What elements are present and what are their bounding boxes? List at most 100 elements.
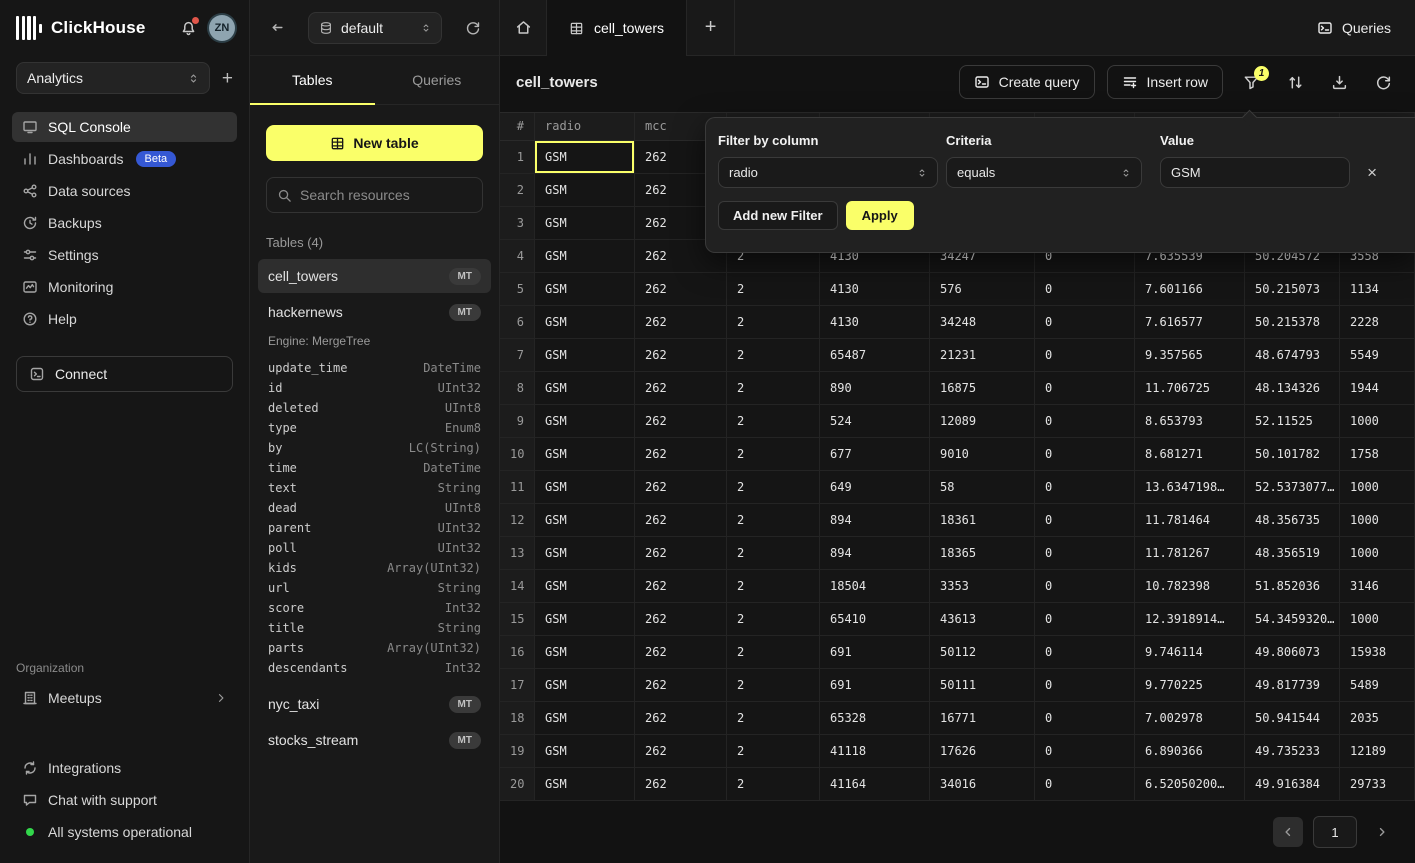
- table-cell[interactable]: 5549: [1340, 339, 1415, 371]
- table-cell[interactable]: GSM: [535, 471, 635, 503]
- refresh-database-button[interactable]: [465, 20, 481, 36]
- table-cell[interactable]: 262: [635, 735, 727, 767]
- table-cell[interactable]: 13.6347198…: [1135, 471, 1245, 503]
- table-cell[interactable]: 1000: [1340, 471, 1415, 503]
- table-cell[interactable]: GSM: [535, 405, 635, 437]
- table-cell[interactable]: 3353: [930, 570, 1035, 602]
- table-cell[interactable]: GSM: [535, 141, 635, 173]
- table-cell[interactable]: 51.852036: [1245, 570, 1340, 602]
- table-cell[interactable]: 2: [727, 339, 820, 371]
- table-cell[interactable]: 1000: [1340, 603, 1415, 635]
- sidebar-item-dashboards[interactable]: Dashboards Beta: [12, 144, 237, 174]
- filter-criteria-select[interactable]: equals: [946, 157, 1142, 188]
- table-cell[interactable]: 49.817739: [1245, 669, 1340, 701]
- table-cell[interactable]: 52.5373077…: [1245, 471, 1340, 503]
- table-cell[interactable]: 0: [1035, 273, 1135, 305]
- table-cell[interactable]: 16875: [930, 372, 1035, 404]
- notifications-button[interactable]: [180, 20, 197, 37]
- table-cell[interactable]: 49.735233: [1245, 735, 1340, 767]
- table-cell[interactable]: 58: [930, 471, 1035, 503]
- table-cell[interactable]: 12189: [1340, 735, 1415, 767]
- table-item-hackernews[interactable]: hackernews MT: [258, 295, 491, 329]
- new-tab-button[interactable]: +: [687, 0, 735, 55]
- table-cell[interactable]: 54.3459320…: [1245, 603, 1340, 635]
- table-cell[interactable]: 50.101782: [1245, 438, 1340, 470]
- table-cell[interactable]: 0: [1035, 438, 1135, 470]
- table-cell[interactable]: 262: [635, 405, 727, 437]
- next-page-button[interactable]: [1367, 817, 1397, 847]
- table-cell[interactable]: GSM: [535, 174, 635, 206]
- table-cell[interactable]: 2: [727, 636, 820, 668]
- table-cell[interactable]: 9010: [930, 438, 1035, 470]
- table-cell[interactable]: 262: [635, 438, 727, 470]
- table-cell[interactable]: 1944: [1340, 372, 1415, 404]
- table-cell[interactable]: 11.781464: [1135, 504, 1245, 536]
- table-cell[interactable]: GSM: [535, 636, 635, 668]
- table-cell[interactable]: 0: [1035, 570, 1135, 602]
- insert-row-button[interactable]: Insert row: [1107, 65, 1223, 99]
- table-cell[interactable]: 0: [1035, 669, 1135, 701]
- create-query-button[interactable]: Create query: [959, 65, 1095, 99]
- page-number-box[interactable]: 1: [1313, 816, 1357, 848]
- table-cell[interactable]: 262: [635, 570, 727, 602]
- table-cell[interactable]: 0: [1035, 405, 1135, 437]
- table-cell[interactable]: 49.916384: [1245, 768, 1340, 800]
- table-cell[interactable]: 262: [635, 537, 727, 569]
- table-cell[interactable]: 2: [727, 570, 820, 602]
- table-cell[interactable]: GSM: [535, 603, 635, 635]
- sidebar-item-settings[interactable]: Settings: [12, 240, 237, 270]
- table-cell[interactable]: GSM: [535, 306, 635, 338]
- table-cell[interactable]: 11.781267: [1135, 537, 1245, 569]
- table-cell[interactable]: 2: [727, 438, 820, 470]
- table-cell[interactable]: 11.706725: [1135, 372, 1245, 404]
- filter-column-select[interactable]: radio: [718, 157, 938, 188]
- table-cell[interactable]: 262: [635, 306, 727, 338]
- sidebar-item-chat-support[interactable]: Chat with support: [12, 785, 237, 815]
- table-cell[interactable]: 2: [727, 669, 820, 701]
- table-cell[interactable]: 50.941544: [1245, 702, 1340, 734]
- table-cell[interactable]: 262: [635, 471, 727, 503]
- table-cell[interactable]: 2: [727, 768, 820, 800]
- table-cell[interactable]: 2: [727, 471, 820, 503]
- table-cell[interactable]: 7.601166: [1135, 273, 1245, 305]
- table-cell[interactable]: 0: [1035, 735, 1135, 767]
- table-cell[interactable]: 691: [820, 669, 930, 701]
- table-cell[interactable]: 1000: [1340, 537, 1415, 569]
- table-cell[interactable]: 34016: [930, 768, 1035, 800]
- table-cell[interactable]: 0: [1035, 702, 1135, 734]
- table-cell[interactable]: 1134: [1340, 273, 1415, 305]
- table-cell[interactable]: 9.770225: [1135, 669, 1245, 701]
- table-cell[interactable]: 7.616577: [1135, 306, 1245, 338]
- table-cell[interactable]: 41118: [820, 735, 930, 767]
- table-cell[interactable]: 1758: [1340, 438, 1415, 470]
- table-cell[interactable]: 41164: [820, 768, 930, 800]
- sidebar-item-integrations[interactable]: Integrations: [12, 753, 237, 783]
- table-cell[interactable]: 50111: [930, 669, 1035, 701]
- search-resources-box[interactable]: [266, 177, 483, 213]
- table-item-nyc-taxi[interactable]: nyc_taxi MT: [258, 687, 491, 721]
- table-cell[interactable]: 2: [727, 405, 820, 437]
- table-cell[interactable]: 4130: [820, 306, 930, 338]
- tab-tables[interactable]: Tables: [250, 56, 375, 104]
- table-item-stocks-stream[interactable]: stocks_stream MT: [258, 723, 491, 757]
- table-cell[interactable]: 12.3918914…: [1135, 603, 1245, 635]
- system-status[interactable]: All systems operational: [12, 817, 237, 847]
- sidebar-item-data-sources[interactable]: Data sources: [12, 176, 237, 206]
- table-cell[interactable]: 29733: [1340, 768, 1415, 800]
- download-button[interactable]: [1323, 65, 1355, 99]
- database-select[interactable]: default: [308, 12, 442, 44]
- previous-page-button[interactable]: [1273, 817, 1303, 847]
- table-cell[interactable]: 0: [1035, 603, 1135, 635]
- table-cell[interactable]: 0: [1035, 306, 1135, 338]
- table-cell[interactable]: 65328: [820, 702, 930, 734]
- table-cell[interactable]: 262: [635, 273, 727, 305]
- table-cell[interactable]: 0: [1035, 339, 1135, 371]
- table-cell[interactable]: 49.806073: [1245, 636, 1340, 668]
- table-cell[interactable]: 894: [820, 537, 930, 569]
- table-cell[interactable]: 50.215378: [1245, 306, 1340, 338]
- table-cell[interactable]: 262: [635, 603, 727, 635]
- brand[interactable]: ClickHouse: [16, 16, 146, 40]
- table-cell[interactable]: 2: [727, 372, 820, 404]
- collapse-panel-button[interactable]: [268, 19, 285, 36]
- table-cell[interactable]: 48.356519: [1245, 537, 1340, 569]
